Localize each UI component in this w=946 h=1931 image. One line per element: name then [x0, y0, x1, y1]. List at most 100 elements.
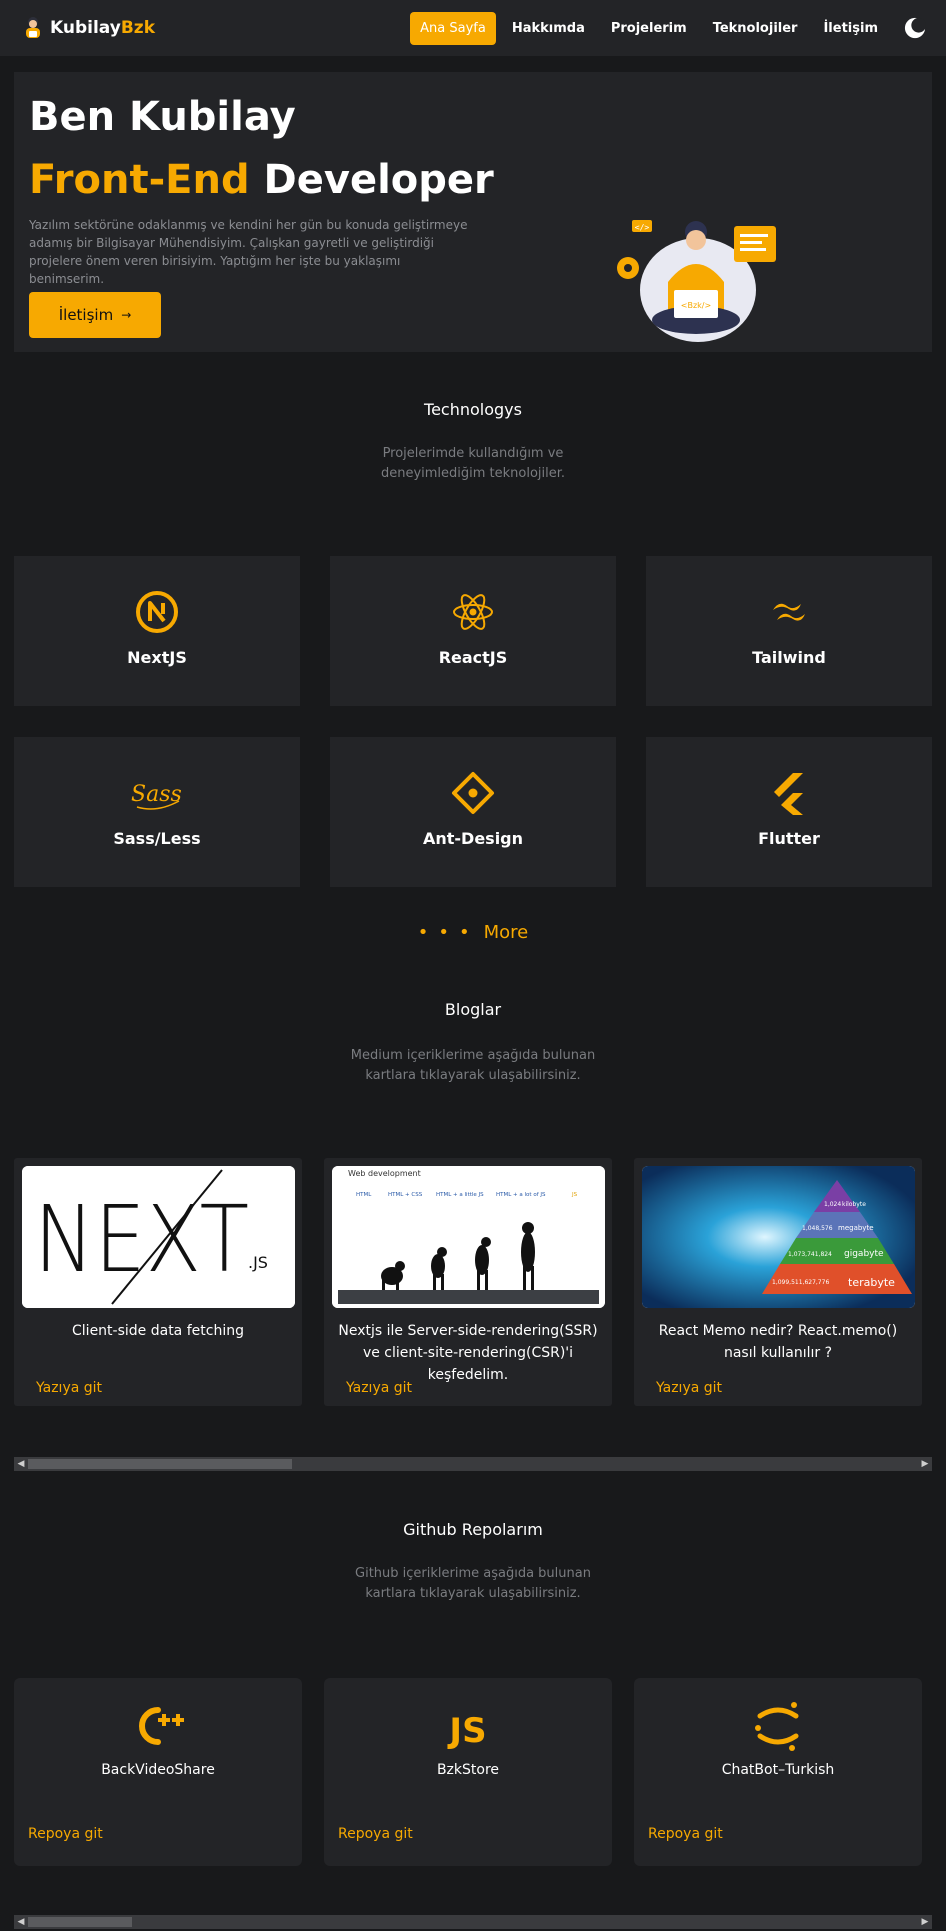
repo-horizontal-scrollbar[interactable]: ◀ ▶ [14, 1915, 932, 1929]
tech-label: ReactJS [438, 648, 508, 667]
nav-projects[interactable]: Projelerim [601, 12, 697, 45]
repo-link[interactable]: Repoya git [28, 1826, 103, 1842]
brand-logo[interactable]: Kubilay Bzk [22, 16, 155, 40]
repo-link[interactable]: Repoya git [648, 1826, 723, 1842]
evo-step: HTML [356, 1192, 372, 1198]
nav-home[interactable]: Ana Sayfa [410, 11, 496, 45]
blog-thumbnail-memory: 1,024 kilobyte 1,048,576 megabyte 1,073,… [642, 1166, 915, 1308]
evo-step: HTML + a little JS [436, 1192, 484, 1198]
tech-card-reactjs[interactable]: ReactJS [330, 556, 616, 706]
nav-links: Ana Sayfa Hakkımda Projelerim Teknolojil… [410, 11, 926, 45]
moon-icon[interactable] [904, 17, 926, 39]
hero-role-rest: Developer [249, 157, 494, 203]
brand-name-first: Kubilay [50, 18, 121, 38]
tech-card-tailwind[interactable]: Tailwind [646, 556, 932, 706]
pyramid-label: kilobyte [842, 1201, 866, 1208]
repo-card[interactable]: BackVideoShare Repoya git [14, 1678, 302, 1866]
tech-label: Flutter [758, 829, 820, 848]
blog-horizontal-scrollbar[interactable]: ◀ ▶ [14, 1457, 932, 1471]
nav-technologies[interactable]: Teknolojiler [703, 12, 808, 45]
developer-illustration: </> <Bzk/> [617, 220, 776, 342]
web-development-evolution-image: Web development HTML HTML + CSS HTML + a… [332, 1166, 605, 1308]
evo-step: HTML + a lot of JS [496, 1192, 546, 1198]
dots-icon: ••• [417, 922, 480, 943]
memory-pyramid-image: 1,024 kilobyte 1,048,576 megabyte 1,073,… [642, 1166, 915, 1308]
illustration-laptop-text: <Bzk/> [681, 301, 711, 310]
tech-card-nextjs[interactable]: NextJS [14, 556, 300, 706]
pyramid-label: megabyte [838, 1224, 874, 1232]
blog-title: Nextjs ile Server-side-rendering(SSR) ve… [338, 1323, 598, 1383]
pyramid-number: 1,073,741,824 [788, 1251, 832, 1258]
tech-label: NextJS [127, 648, 187, 667]
hero-role-accent: Front-End [29, 157, 250, 203]
scrollbar-thumb[interactable] [28, 1917, 132, 1927]
tech-section-title: Technologys [424, 400, 522, 419]
repo-card[interactable]: JS BzkStore Repoya git [324, 1678, 612, 1866]
hero-greeting: Ben Kubilay [29, 94, 296, 140]
sass-icon: Sass [131, 782, 182, 810]
tech-label: Sass/Less [113, 829, 201, 848]
scroll-right-icon[interactable]: ▶ [918, 1457, 932, 1471]
svg-text:</>: </> [635, 223, 650, 232]
tech-label: Tailwind [752, 648, 826, 667]
react-icon [453, 594, 493, 630]
repo-name: BzkStore [436, 1762, 500, 1778]
scroll-left-icon[interactable]: ◀ [14, 1457, 28, 1471]
arrow-right-icon: → [121, 308, 132, 322]
repo-section-description: Github içeriklerime aşağıda bulunan kart… [355, 1566, 591, 1601]
pyramid-number: 1,099,511,627,776 [772, 1279, 829, 1286]
repo-name: ChatBot–Turkish [721, 1762, 835, 1778]
repo-card[interactable]: ChatBot–Turkish Repoya git [634, 1678, 922, 1866]
more-label: More [483, 922, 529, 943]
brand-name-second: Bzk [120, 18, 156, 38]
blog-read-link[interactable]: Yazıya git [36, 1380, 102, 1396]
evo-step: JS [571, 1192, 578, 1198]
scrollbar-thumb[interactable] [28, 1459, 292, 1469]
hero-description: Yazılım sektörüne odaklanmış ve kendini … [29, 218, 468, 286]
pyramid-number: 1,048,576 [802, 1225, 833, 1232]
pyramid-number: 1,024 [824, 1201, 841, 1208]
more-technologies-link[interactable]: ••• More [0, 922, 946, 943]
ant-design-icon [452, 772, 494, 814]
hero-section: Ben Kubilay Front-End Developer Yazılım … [14, 72, 932, 352]
blog-title: React Memo nedir? React.memo() nasıl kul… [658, 1323, 898, 1361]
scroll-left-icon[interactable]: ◀ [14, 1915, 28, 1929]
evo-step: HTML + CSS [388, 1192, 423, 1198]
blog-read-link[interactable]: Yazıya git [346, 1380, 412, 1396]
blog-card[interactable]: Web development HTML HTML + CSS HTML + a… [324, 1158, 612, 1406]
nextjs-logo-image: NEXT .JS [22, 1166, 295, 1308]
nextjs-logo-suffix: .JS [248, 1253, 268, 1272]
repo-name: BackVideoShare [101, 1762, 215, 1778]
pyramid-label: gigabyte [844, 1249, 884, 1259]
blog-section-title: Bloglar [444, 1000, 502, 1019]
blog-card[interactable]: NEXT .JS Client-side data fetching Yazıy… [14, 1158, 302, 1406]
blog-card[interactable]: 1,024 kilobyte 1,048,576 megabyte 1,073,… [634, 1158, 922, 1406]
jupyter-icon [755, 1702, 799, 1751]
tech-section-description: Projelerimde kullandığım ve deneyimlediğ… [380, 446, 566, 481]
cplusplus-icon [139, 1707, 184, 1745]
flutter-icon [774, 773, 803, 815]
pyramid-label: terabyte [848, 1276, 895, 1289]
hero-contact-label: İletişim [58, 306, 114, 324]
image-caption: Web development [348, 1169, 421, 1178]
tech-label: Ant-Design [422, 829, 524, 848]
tech-card-flutter[interactable]: Flutter [646, 737, 932, 887]
developer-avatar-icon [26, 17, 40, 38]
nav-contact[interactable]: İletişim [813, 12, 888, 45]
nextjs-logo-text: NEXT [34, 1186, 249, 1293]
repo-link[interactable]: Repoya git [338, 1826, 413, 1842]
nav-about[interactable]: Hakkımda [502, 12, 595, 45]
blog-thumbnail-nextjs: NEXT .JS [22, 1166, 295, 1308]
blog-thumbnail-evolution: Web development HTML HTML + CSS HTML + a… [332, 1166, 605, 1308]
js-logo-text: JS [447, 1711, 486, 1751]
hero-role: Front-End Developer [29, 157, 494, 203]
scroll-right-icon[interactable]: ▶ [918, 1915, 932, 1929]
blog-section-description: Medium içeriklerime aşağıda bulunan kart… [350, 1048, 596, 1083]
blog-title: Client-side data fetching [72, 1323, 244, 1339]
tech-card-antdesign[interactable]: Ant-Design [330, 737, 616, 887]
nextjs-icon [136, 591, 178, 633]
blog-read-link[interactable]: Yazıya git [656, 1380, 722, 1396]
javascript-icon: JS [447, 1711, 486, 1751]
hero-contact-button[interactable]: İletişim → [29, 292, 161, 338]
tech-card-sass[interactable]: Sass Sass/Less [14, 737, 300, 887]
